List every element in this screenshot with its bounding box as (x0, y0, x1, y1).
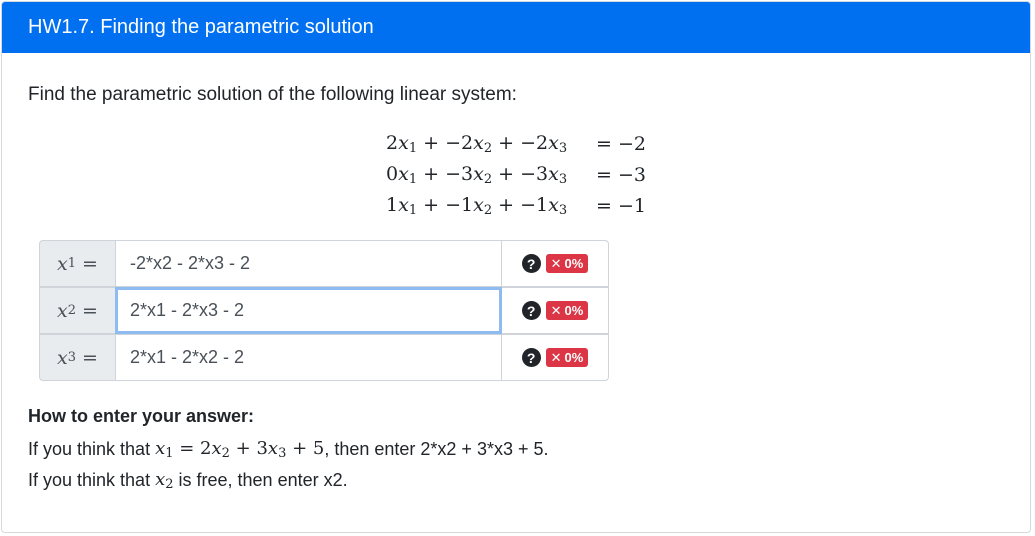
answer-input-x2[interactable] (115, 287, 502, 334)
equation-rhs: = −1 (596, 194, 646, 217)
answer-input-x3[interactable] (115, 334, 502, 381)
equation-term: −3x3 (520, 162, 568, 187)
x-icon: ✕ (550, 350, 562, 365)
instructions-line-2-prefix: If you think that (28, 470, 156, 490)
question-header: HW1.7. Finding the parametric solution (2, 2, 1030, 53)
example-equation: x1 = 2x2 + 3x3 + 5 (155, 438, 325, 461)
question-circle-icon[interactable]: ? (521, 254, 541, 273)
equation-row: 1x1 + −1x2 + −1x3 = −1 (386, 190, 646, 221)
question-circle-icon[interactable]: ? (521, 348, 541, 367)
answer-row-x1: x1 =?✕0% (39, 240, 609, 287)
x-icon: ✕ (550, 303, 562, 318)
equation-lhs: 2x1 + −2x2 + −2x3 (386, 132, 596, 156)
answer-feedback: ? ✕ 0% (502, 287, 609, 334)
score-badge: ✕ 0% (545, 254, 589, 273)
score-value: 0% (564, 350, 584, 365)
equation-operator: + (492, 193, 521, 216)
equation-operator: + (492, 131, 521, 154)
answer-label-x3: x3 = (39, 334, 115, 381)
equation-row: 0x1 + −3x2 + −3x3 = −3 (386, 159, 646, 190)
score-value: 0% (564, 256, 584, 271)
instructions-line-1-prefix: If you think that (28, 439, 156, 459)
instructions-line-1: If you think that x1 = 2x2 + 3x3 + 5 , t… (28, 434, 549, 465)
answer-group: x1 =?✕0%x2 =?✕0%x3 =?✕0% (39, 240, 609, 381)
instructions-title: How to enter your answer: (28, 406, 255, 426)
equation-rhs: = −2 (596, 132, 646, 155)
question-prompt: Find the parametric solution of the foll… (28, 84, 517, 105)
equation-operator: + (417, 131, 446, 154)
equation-term: −1x3 (520, 193, 568, 218)
score-badge: ✕ 0% (545, 348, 589, 367)
instructions-line-2: If you think that x2 is free, then enter… (28, 465, 549, 496)
answer-feedback: ? ✕ 0% (502, 334, 609, 381)
answer-row-x3: x3 =?✕0% (39, 334, 609, 381)
example-free-variable: x2 (155, 469, 174, 492)
equation-term: −2x3 (520, 131, 568, 156)
instructions-line-2-suffix: is free, then enter x2. (173, 470, 348, 490)
x-icon: ✕ (550, 256, 562, 271)
answer-row-x2: x2 =?✕0% (39, 287, 609, 334)
answer-feedback: ? ✕ 0% (502, 240, 609, 287)
equation-term: 0x1 (386, 162, 418, 187)
score-value: 0% (564, 303, 584, 318)
equation-lhs: 1x1 + −1x2 + −1x3 (386, 194, 596, 218)
linear-system: 2x1 + −2x2 + −2x3 = −2 0x1 + −3x2 + −3x3 = … (386, 128, 646, 221)
equation-rhs: = −3 (596, 163, 646, 186)
equation-term: −2x2 (445, 131, 493, 156)
answer-label-x2: x2 = (39, 287, 115, 334)
answer-label-x1: x1 = (39, 240, 115, 287)
equation-operator: + (492, 162, 521, 185)
equation-operator: + (417, 193, 446, 216)
score-badge: ✕ 0% (545, 301, 589, 320)
equation-term: −1x2 (445, 193, 493, 218)
instructions: How to enter your answer: If you think t… (28, 406, 549, 496)
equation-row: 2x1 + −2x2 + −2x3 = −2 (386, 128, 646, 159)
question-circle-icon[interactable]: ? (521, 301, 541, 320)
equation-lhs: 0x1 + −3x2 + −3x3 (386, 163, 596, 187)
equation-operator: + (417, 162, 446, 185)
question-card: HW1.7. Finding the parametric solution F… (1, 1, 1031, 533)
equation-term: −3x2 (445, 162, 493, 187)
instructions-line-1-suffix: , then enter 2*x2 + 3*x3 + 5. (324, 439, 549, 459)
equation-term: 1x1 (386, 193, 418, 218)
answer-input-x1[interactable] (115, 240, 502, 287)
equation-term: 2x1 (386, 131, 418, 156)
question-title: HW1.7. Finding the parametric solution (28, 16, 374, 38)
